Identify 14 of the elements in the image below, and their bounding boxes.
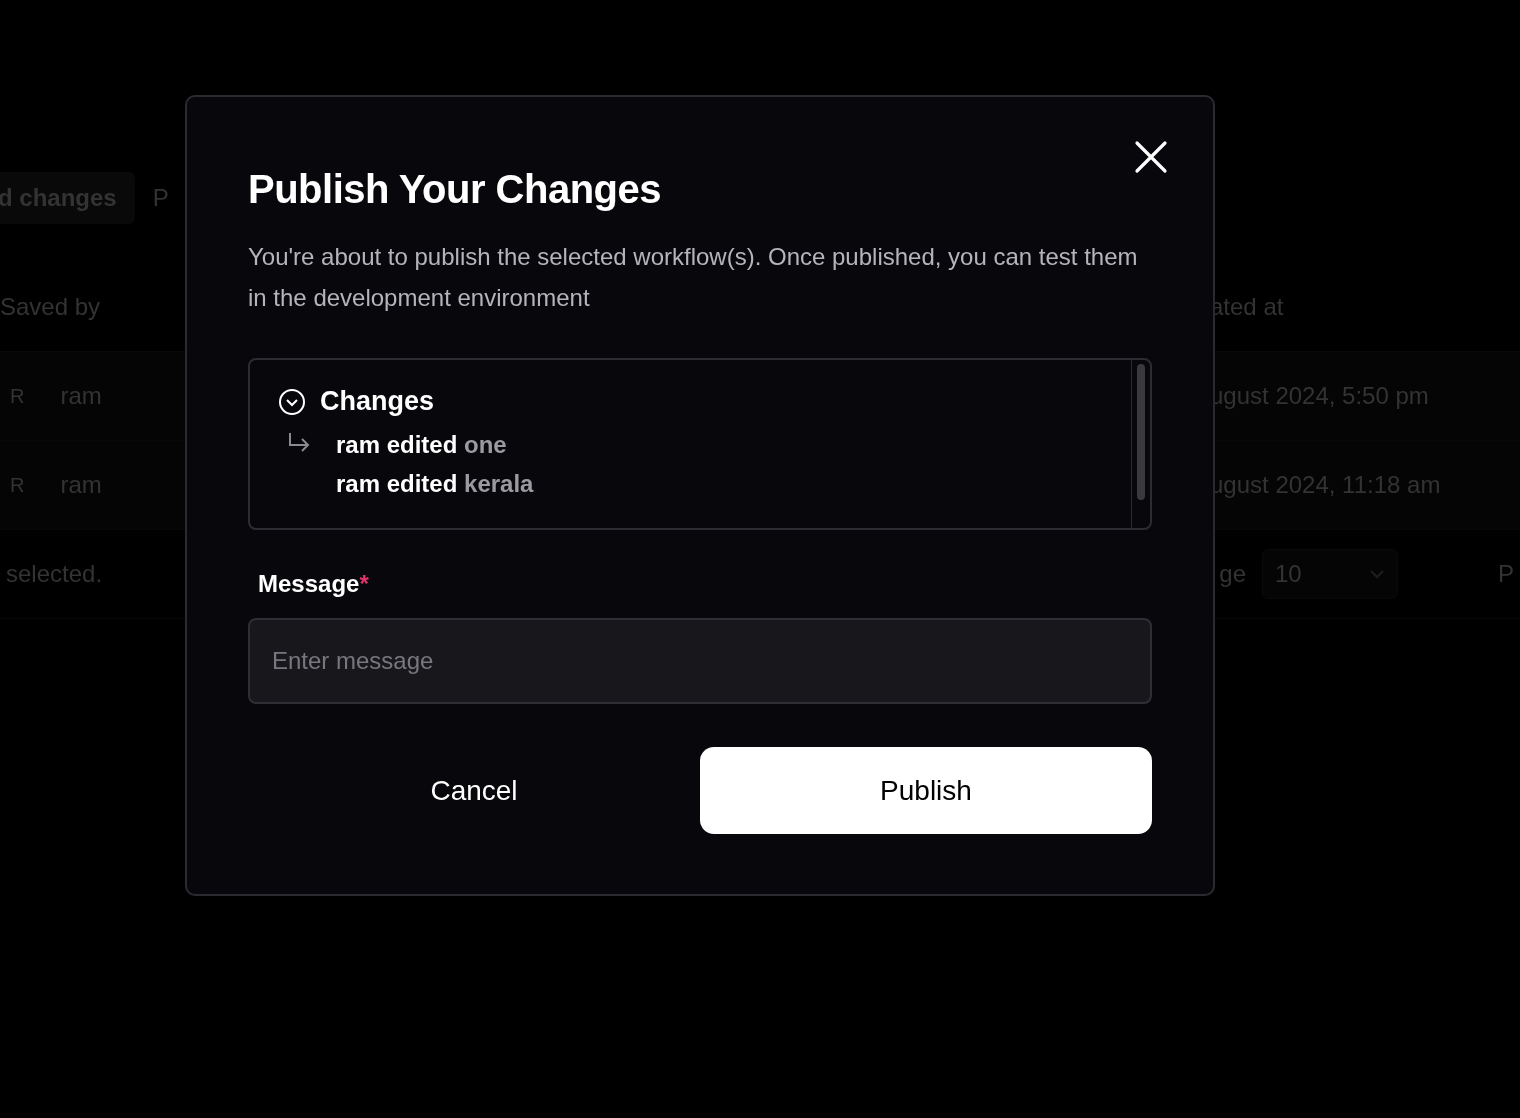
chevron-down-icon (1369, 569, 1385, 579)
close-button[interactable] (1133, 139, 1169, 175)
cancel-button[interactable]: Cancel (248, 747, 700, 834)
changes-toggle[interactable]: Changes (278, 386, 1103, 417)
required-mark: * (359, 570, 369, 598)
scrollbar-thumb[interactable] (1137, 364, 1145, 500)
chevron-circle-icon (278, 387, 306, 416)
field-label: Message* (258, 570, 370, 598)
message-field[interactable]: Enter message (248, 618, 1152, 704)
dialog-description: You're about to publish the selected workflow(s). Once published, you can test them in the development environment (248, 242, 1139, 313)
change-entry: ram edited kerala (336, 470, 534, 498)
dialog-title: Publish Your Changes (248, 167, 663, 212)
publish-button[interactable]: Publish (700, 747, 1152, 834)
change-entry: ram edited one (336, 431, 508, 459)
